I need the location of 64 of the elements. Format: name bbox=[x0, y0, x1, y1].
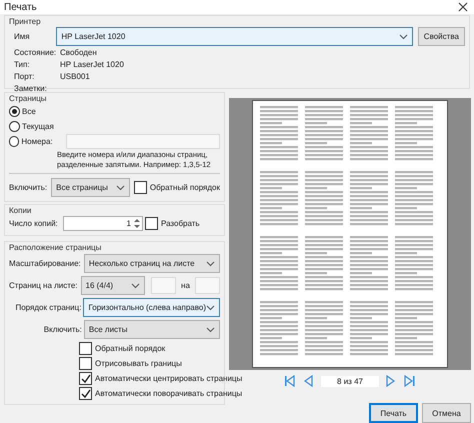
page-numbers-field[interactable] bbox=[66, 134, 220, 149]
next-page-icon[interactable] bbox=[385, 375, 397, 387]
field-label: Страниц на листе: bbox=[9, 280, 78, 291]
field-label: Масштабирование: bbox=[9, 258, 82, 269]
page-indicator: 8 из 47 bbox=[321, 376, 379, 386]
radio-label: Все bbox=[22, 106, 37, 117]
chevron-down-icon bbox=[206, 260, 215, 266]
copies-spinner[interactable]: 1 bbox=[63, 216, 143, 231]
dialog-button[interactable]: Печать bbox=[369, 403, 418, 423]
checkbox-label: Обратный порядок bbox=[95, 343, 166, 354]
chevron-down-icon bbox=[206, 326, 215, 332]
group-title: Расположение страницы bbox=[9, 242, 102, 253]
info-value: Свободен bbox=[60, 47, 97, 58]
info-label: Тип: bbox=[14, 59, 31, 70]
checkbox[interactable] bbox=[134, 181, 147, 194]
columns-field[interactable] bbox=[150, 277, 176, 294]
radio-label: Текущая bbox=[22, 121, 55, 132]
scaling-dropdown[interactable]: Несколько страниц на листе bbox=[84, 254, 220, 273]
first-page-icon[interactable] bbox=[285, 375, 297, 387]
info-value: USB001 bbox=[60, 71, 90, 82]
field-label: Имя bbox=[14, 31, 31, 42]
info-label: Заметки: bbox=[14, 83, 48, 94]
radio-button[interactable] bbox=[9, 136, 20, 147]
checkbox[interactable] bbox=[79, 342, 92, 355]
printer-dropdown[interactable]: HP LaserJet 1020 bbox=[56, 27, 413, 46]
pages-per-sheet-dropdown[interactable]: 16 (4/4) bbox=[80, 276, 145, 295]
rows-field[interactable] bbox=[195, 277, 220, 294]
info-label: Состояние: bbox=[14, 47, 58, 58]
field-label: Включить: bbox=[42, 324, 82, 335]
radio-label: Номера: bbox=[21, 136, 54, 147]
info-label: Порт: bbox=[14, 71, 36, 82]
field-label: на bbox=[180, 280, 191, 291]
sheets-dropdown[interactable]: Все листы bbox=[84, 320, 220, 339]
checkbox-label: Разобрать bbox=[161, 218, 200, 229]
radio-button[interactable] bbox=[9, 121, 20, 132]
checkbox-label: Автоматически поворачивать страницы bbox=[95, 388, 242, 399]
checkbox[interactable] bbox=[79, 387, 92, 400]
close-icon[interactable] bbox=[458, 2, 468, 12]
page-order-dropdown[interactable]: Горизонтально (слева направо) bbox=[83, 298, 220, 317]
dialog-button[interactable]: Отмена bbox=[422, 403, 471, 423]
group-title: Страницы bbox=[9, 93, 48, 104]
chevron-down-icon bbox=[116, 184, 125, 190]
field-label: Порядок страниц: bbox=[14, 302, 82, 313]
group-title: Принтер bbox=[9, 16, 42, 27]
checkbox[interactable] bbox=[79, 372, 92, 385]
field-label: Число копий: bbox=[9, 218, 59, 229]
spinner-arrows-icon[interactable] bbox=[134, 218, 140, 229]
group-title: Копии bbox=[9, 205, 32, 216]
checkbox-label: Автоматически центрировать страницы bbox=[95, 373, 242, 384]
chevron-down-icon bbox=[398, 34, 408, 40]
info-value: HP LaserJet 1020 bbox=[60, 59, 124, 70]
radio-button[interactable] bbox=[9, 106, 20, 117]
window-title: Печать bbox=[4, 2, 37, 12]
checkbox-label: Обратный порядок bbox=[150, 182, 220, 193]
chevron-down-icon bbox=[206, 304, 215, 310]
last-page-icon[interactable] bbox=[403, 375, 415, 387]
checkbox[interactable] bbox=[145, 217, 158, 230]
checkbox[interactable] bbox=[79, 357, 92, 370]
checkbox-label: Отрисовывать границы bbox=[95, 358, 182, 369]
field-label: Включить: bbox=[9, 182, 48, 193]
previous-page-icon[interactable] bbox=[303, 375, 315, 387]
chevron-down-icon bbox=[130, 282, 140, 288]
properties-button[interactable]: Свойства bbox=[418, 27, 465, 46]
include-dropdown[interactable]: Все страницы bbox=[51, 178, 130, 197]
